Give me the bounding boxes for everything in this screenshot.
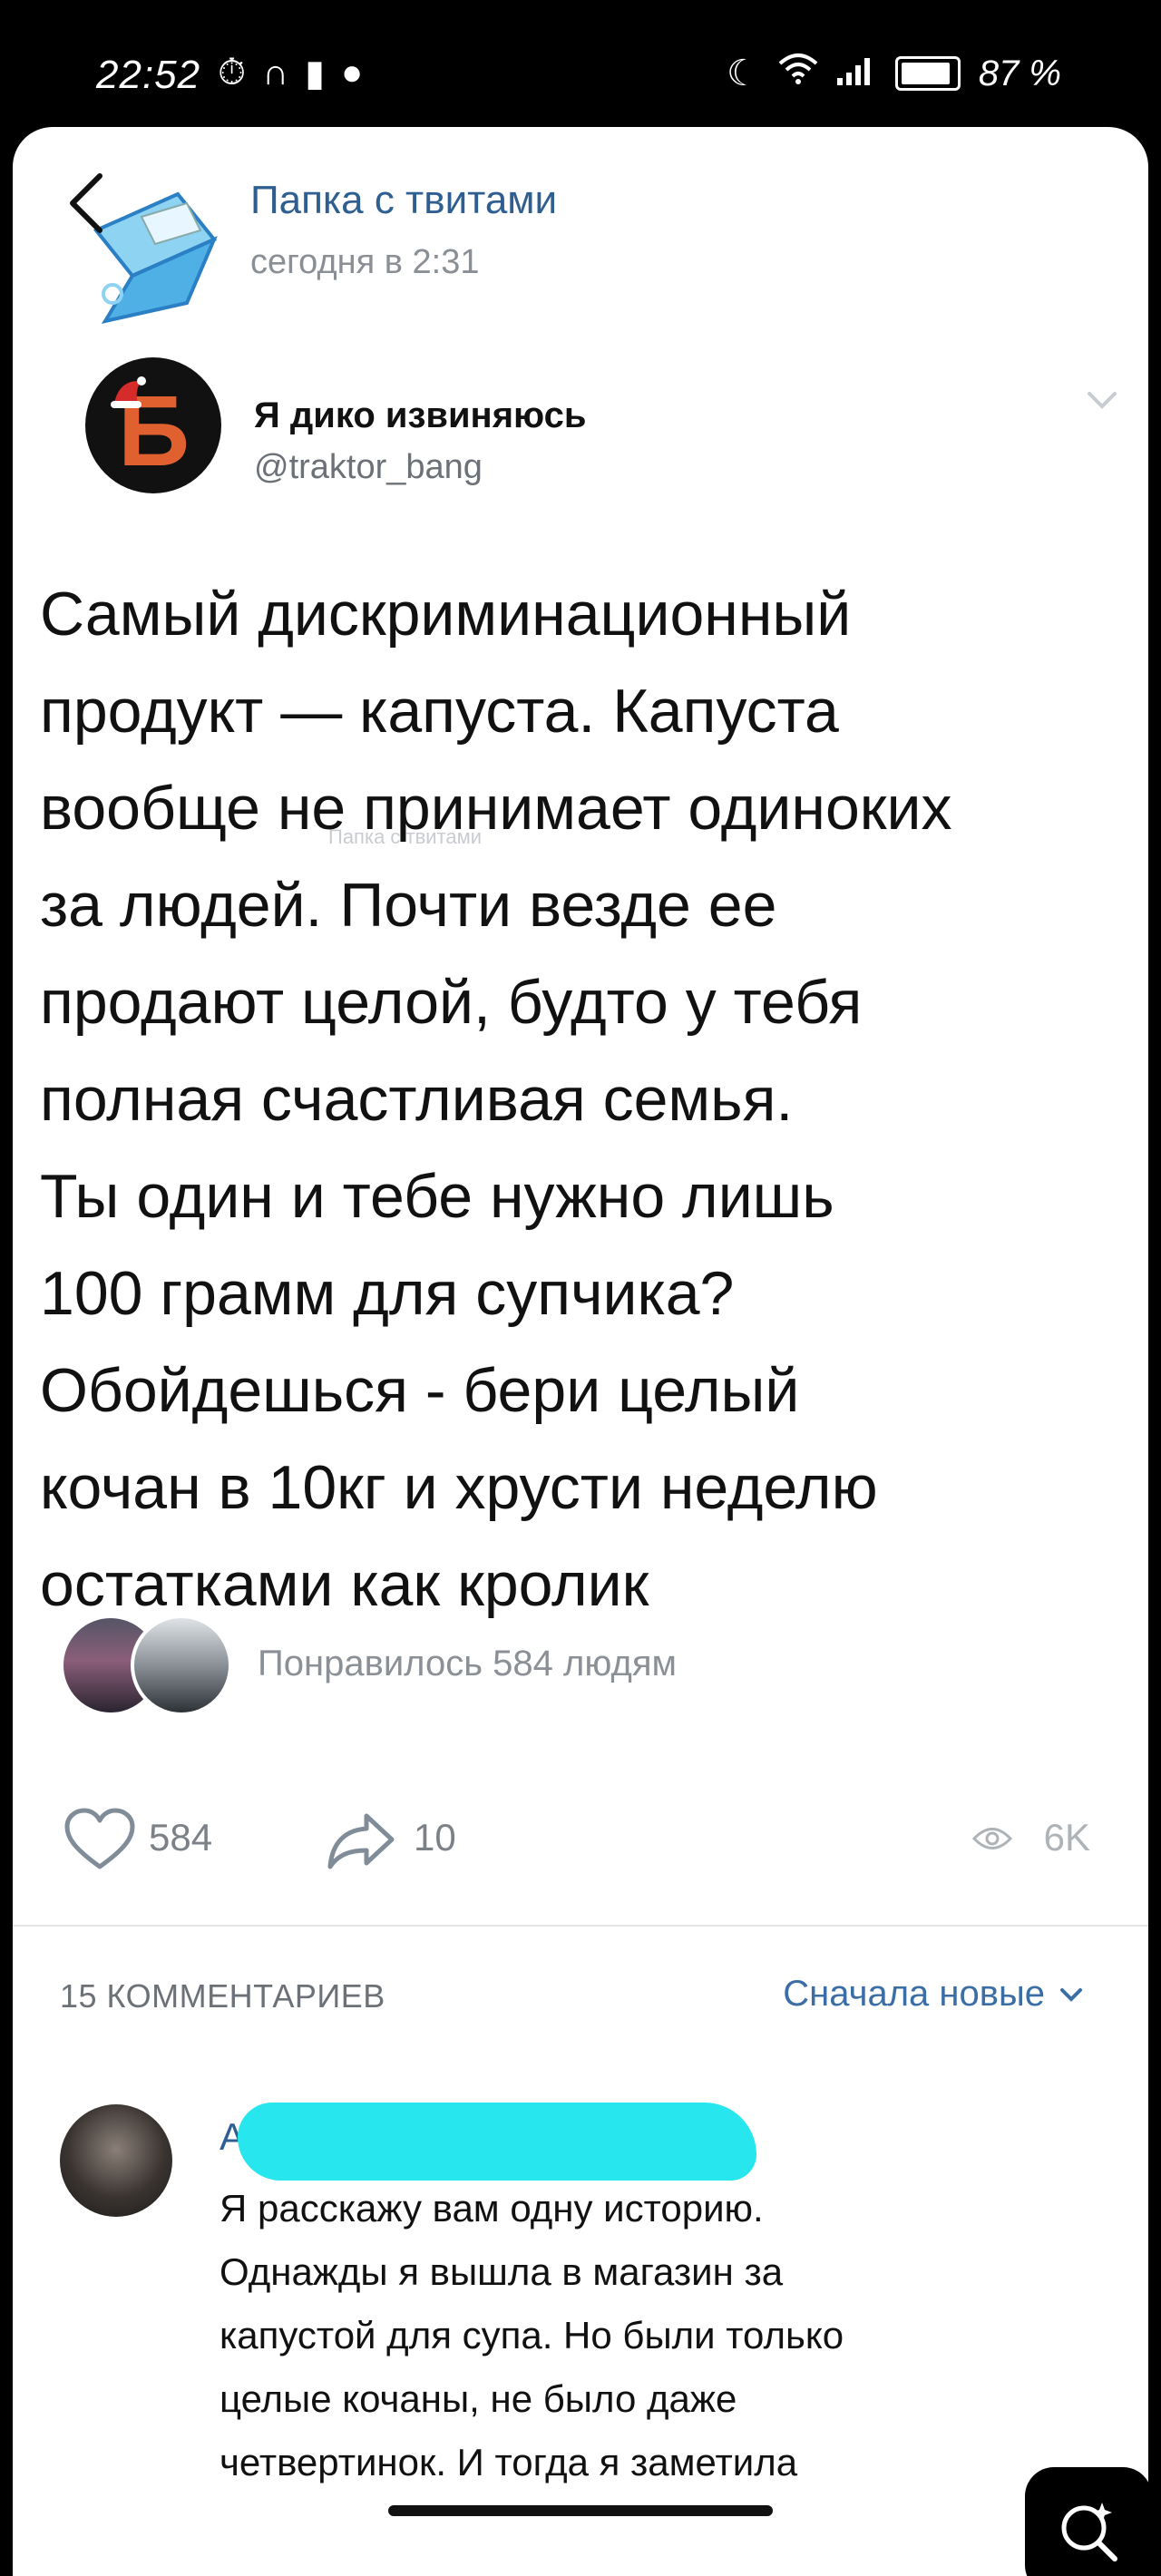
- share-count[interactable]: 10: [414, 1816, 456, 1859]
- avatar: [131, 1615, 232, 1716]
- sort-label: Сначала новые: [783, 1974, 1045, 2014]
- search-sparkle-icon: [1061, 2503, 1117, 2561]
- tweet-handle: @traktor_bang: [254, 448, 483, 486]
- tweet-line: продукт — капуста. Капуста: [40, 677, 839, 746]
- tweet-author: Я дико извиняюсь: [254, 395, 587, 435]
- status-time: 22:52: [96, 53, 201, 97]
- tweet-line: Обойдешься - бери целый: [40, 1356, 800, 1425]
- post-actions: 584 10 6K: [13, 1796, 1148, 1896]
- redaction-mark: [238, 2103, 756, 2181]
- battery-percent: 87 %: [978, 53, 1061, 93]
- back-arrow-icon[interactable]: [60, 163, 114, 245]
- signal-icon: [836, 54, 877, 94]
- tweet-avatar: Б: [85, 357, 221, 493]
- comments-count: 15 КОММЕНТАРИЕВ: [60, 1977, 385, 2015]
- home-indicator[interactable]: [388, 2505, 773, 2516]
- post-header: Папка с твитами сегодня в 2:31: [13, 127, 1148, 324]
- liked-by-text[interactable]: Понравилось 584 людям: [258, 1644, 677, 1684]
- comment-line: капустой для супа. Но были только: [220, 2314, 844, 2356]
- comment-line: Я расскажу вам одну историю.: [220, 2187, 764, 2230]
- tweet-line: Самый дискриминационный: [40, 580, 852, 649]
- post-card: Папка с твитами сегодня в 2:31 Б Я дико …: [13, 127, 1148, 2576]
- santa-hat-icon: [111, 376, 146, 408]
- headphones-icon: ∩: [262, 53, 288, 93]
- watermark: Папка с твитами: [328, 825, 483, 848]
- comment-line: целые кочаны, не было даже: [220, 2377, 737, 2420]
- moon-icon: ☾: [726, 54, 759, 93]
- tweet-line: Ты один и тебе нужно лишь: [40, 1162, 834, 1231]
- heart-icon[interactable]: [63, 1807, 136, 1872]
- wifi-icon: [777, 53, 819, 94]
- share-icon[interactable]: [325, 1809, 397, 1874]
- alarm-icon: ⏱: [218, 53, 247, 93]
- comment-line: Однажды я вышла в магазин за: [220, 2250, 784, 2293]
- battery-icon: [894, 56, 961, 91]
- sort-button[interactable]: Сначала новые: [783, 1974, 1083, 2015]
- status-left-icons: ⏱ ∩ ▮ ●: [218, 53, 363, 94]
- battery-saver-icon: ▮: [304, 54, 325, 93]
- tweet-line: 100 грамм для супчика?: [40, 1259, 735, 1328]
- tweet-line: полная счастливая семья.: [40, 1065, 794, 1134]
- liked-avatars[interactable]: [60, 1615, 232, 1716]
- views-count: 6K: [1043, 1816, 1090, 1859]
- tweet-line: кочан в 10кг и хрусти неделю: [40, 1453, 878, 1522]
- status-bar: 22:52 ⏱ ∩ ▮ ● ☾ 87 %: [0, 0, 1161, 127]
- eye-icon: [972, 1828, 1012, 1849]
- comment-line: четвертинок. И тогда я заметила: [220, 2441, 798, 2483]
- tweet-line: за людей. Почти везде ее: [40, 871, 777, 940]
- group-name[interactable]: Папка с твитами: [250, 178, 557, 223]
- like-count[interactable]: 584: [149, 1816, 212, 1859]
- tweet-line: вообще не принимает одиноких: [40, 774, 952, 843]
- comment-avatar[interactable]: [60, 2104, 172, 2217]
- tweet-text: Самый дискриминационный продукт — капуст…: [40, 566, 1128, 1634]
- post-time: сегодня в 2:31: [250, 243, 480, 281]
- chevron-down-icon: [1060, 1987, 1082, 2002]
- search-fab[interactable]: [1025, 2467, 1148, 2576]
- tweet-line: продают целой, будто у тебя: [40, 968, 863, 1037]
- chevron-down-icon: [1088, 392, 1117, 409]
- status-right-icons: ☾ 87 %: [727, 53, 1061, 94]
- divider: [13, 1925, 1148, 1927]
- comment-text: Я расскажу вам одну историю. Однажды я в…: [220, 2177, 1018, 2494]
- chat-icon: ●: [340, 53, 364, 93]
